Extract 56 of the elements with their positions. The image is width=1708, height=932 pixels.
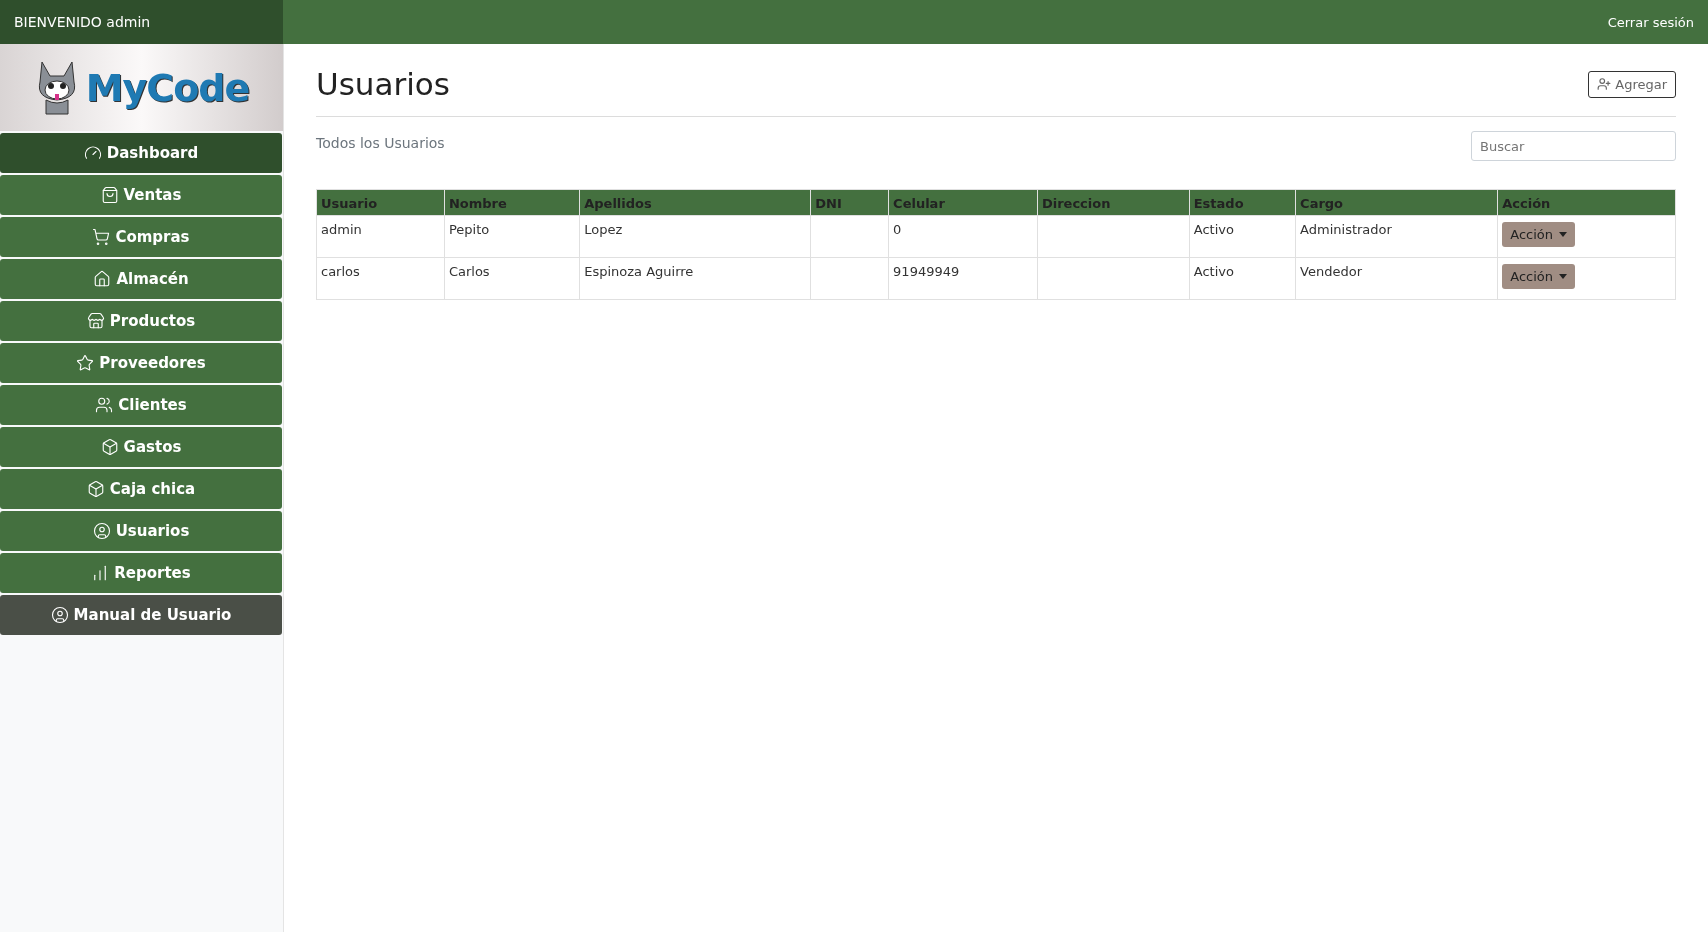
sidebar-item[interactable]: Reportes — [0, 553, 282, 593]
user-circle-icon — [92, 522, 111, 540]
table-cell: carlos — [316, 257, 445, 300]
welcome-text: BIENVENIDO admin — [14, 14, 151, 30]
action-dropdown-button[interactable]: Acción — [1502, 264, 1575, 289]
gauge-icon — [83, 144, 102, 162]
table-cell: Activo — [1189, 257, 1296, 300]
house-icon — [93, 270, 112, 288]
column-header: DNI — [810, 189, 889, 216]
sidebar-item[interactable]: Dashboard — [0, 133, 282, 173]
column-header: Direccion — [1037, 189, 1190, 216]
sidebar-item[interactable]: Productos — [0, 301, 282, 341]
page-title: Usuarios — [316, 66, 450, 102]
sidebar-item[interactable]: Ventas — [0, 175, 282, 215]
box-icon — [100, 438, 119, 456]
search-field[interactable]: Buscar — [1471, 131, 1676, 161]
add-button[interactable]: Agregar — [1588, 70, 1676, 98]
column-header: Nombre — [444, 189, 580, 216]
logo-text: MyCode — [85, 65, 250, 110]
store-icon — [86, 312, 105, 330]
section-subtitle: Todos los Usuarios — [316, 135, 445, 151]
sidebar-item[interactable]: Almacén — [0, 259, 282, 299]
column-header: Acción — [1497, 189, 1676, 216]
sidebar-item[interactable]: Proveedores — [0, 343, 282, 383]
column-header: Estado — [1189, 189, 1296, 216]
user-circle-icon — [50, 606, 69, 624]
caret-icon — [1559, 232, 1567, 237]
table-cell: Vendedor — [1295, 257, 1498, 300]
table-cell: Administrador — [1295, 215, 1498, 258]
table-cell: 0 — [888, 215, 1038, 258]
caret-icon — [1559, 274, 1567, 279]
sidebar-item[interactable]: Gastos — [0, 427, 282, 467]
star-icon — [76, 354, 95, 372]
table-cell: 91949949 — [888, 257, 1038, 300]
logout-link[interactable]: Cerrar sesión — [1607, 14, 1694, 30]
table-cell: Pepito — [444, 215, 580, 258]
table-cell: Lopez — [579, 215, 811, 258]
column-header: Usuario — [316, 189, 445, 216]
column-header: Apellidos — [579, 189, 811, 216]
bag-icon — [100, 186, 119, 204]
box-icon — [86, 480, 105, 498]
column-header: Celular — [888, 189, 1038, 216]
action-dropdown-button[interactable]: Acción — [1502, 222, 1575, 247]
sidebar-item[interactable]: Usuarios — [0, 511, 282, 551]
cart-icon — [92, 228, 111, 246]
add-user-icon — [1597, 77, 1612, 91]
table-cell: Espinoza Aguirre — [579, 257, 811, 300]
users-icon — [95, 396, 114, 414]
sidebar-item[interactable]: Clientes — [0, 385, 282, 425]
sidebar-item[interactable]: Manual de Usuario — [0, 595, 282, 635]
table-cell: admin — [316, 215, 445, 258]
table-cell: Carlos — [444, 257, 580, 300]
sidebar-item[interactable]: Caja chica — [0, 469, 282, 509]
table-cell: Activo — [1189, 215, 1296, 258]
column-header: Cargo — [1295, 189, 1498, 216]
sidebar-item[interactable]: Compras — [0, 217, 282, 257]
